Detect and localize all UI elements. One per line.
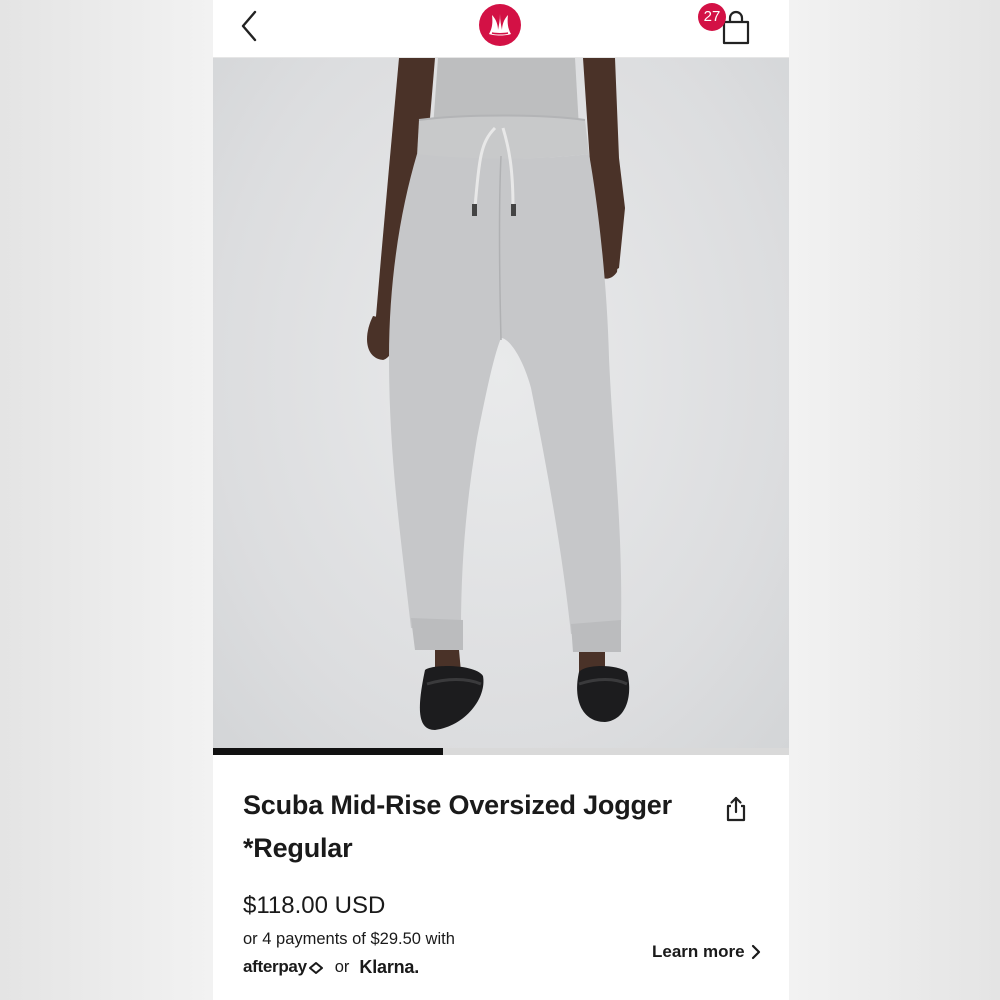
afterpay-arrows-icon	[308, 962, 323, 974]
cart-count-badge: 27	[698, 3, 726, 31]
or-separator: or	[334, 957, 350, 976]
afterpay-label: afterpay	[243, 957, 307, 976]
product-title: Scuba Mid-Rise Oversized Jogger *Regular	[243, 790, 672, 863]
chevron-left-icon	[241, 10, 257, 42]
installment-text: or 4 payments of $29.50 with	[243, 930, 455, 948]
learn-more-link[interactable]: Learn more	[652, 942, 761, 962]
background-right	[789, 0, 1000, 1000]
share-button[interactable]	[723, 795, 749, 823]
back-button[interactable]	[233, 8, 269, 44]
product-photo-jogger	[367, 58, 630, 730]
learn-more-label: Learn more	[652, 942, 745, 961]
lululemon-logo-icon[interactable]	[478, 3, 522, 47]
image-carousel-progress[interactable]	[213, 748, 789, 755]
afterpay-logo: afterpay	[243, 957, 325, 977]
top-nav-bar: 27	[213, 0, 789, 58]
bnpl-options: afterpay or Klarna.	[243, 955, 419, 979]
chevron-right-icon	[751, 944, 760, 960]
app-screen: 27 Scuba Mid-Rise Oversized Jogger *Regu…	[213, 0, 789, 1000]
product-image[interactable]	[213, 58, 789, 748]
share-icon	[726, 796, 746, 822]
product-price: $118.00 USD	[243, 892, 386, 919]
carousel-progress-fill	[213, 748, 444, 755]
klarna-logo: Klarna.	[359, 956, 420, 977]
background-left	[0, 0, 213, 1000]
